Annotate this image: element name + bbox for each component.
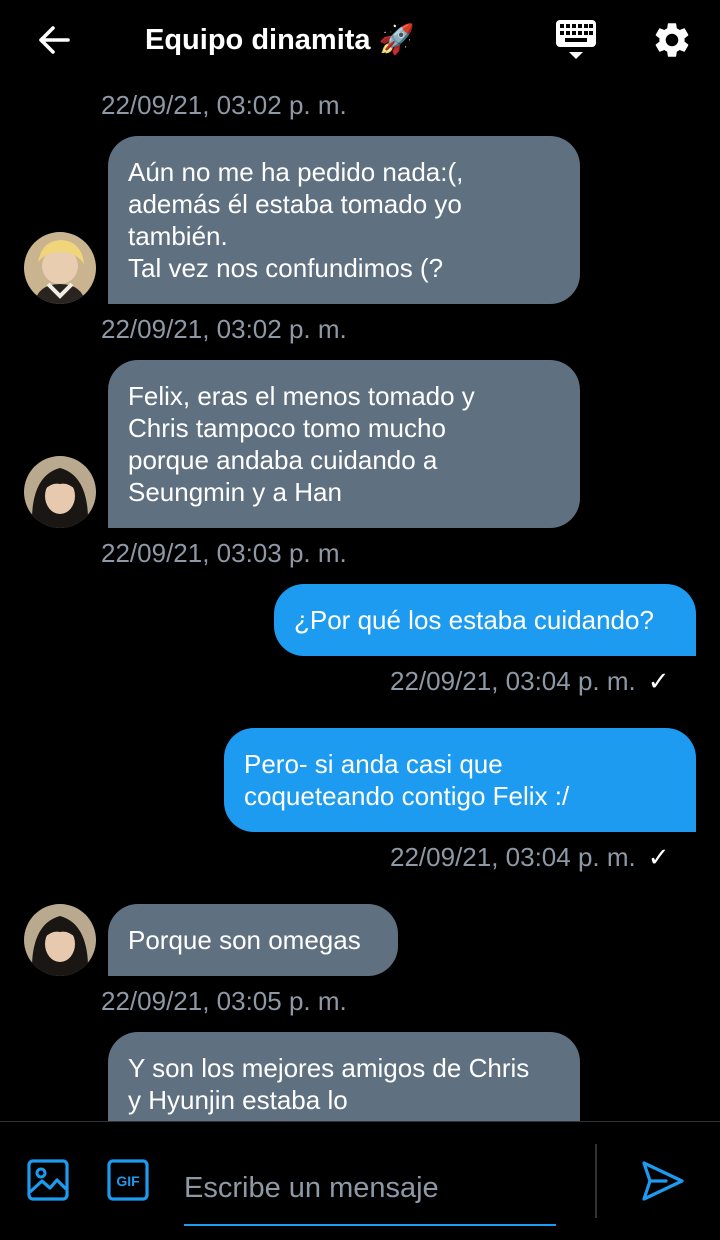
- send-icon: [642, 1161, 684, 1201]
- image-icon: [27, 1159, 69, 1201]
- gear-icon: [655, 23, 689, 57]
- message-text-line: Y son los mejores amigos de Chris: [128, 1053, 530, 1083]
- dm-conversation-screen: Equipo dinamita 🚀 22/09/21, 03:02 p. m.: [0, 0, 720, 1240]
- read-checkmark-icon: ✓: [647, 666, 670, 696]
- message-text-line: y Hyunjin estaba lo: [128, 1085, 348, 1115]
- message-text-line: ¿Por qué los estaba cuidando?: [294, 605, 654, 635]
- message-bubble-incoming[interactable]: Aún no me ha pedido nada:(, además él es…: [108, 136, 580, 304]
- message-text-line: Pero- si anda casi que: [244, 749, 503, 779]
- message-bubble-incoming[interactable]: Felix, eras el menos tomado y Chris tamp…: [108, 360, 580, 528]
- gif-label: GIF: [116, 1173, 140, 1189]
- message-timestamp-row: 22/09/21, 03:04 p. m. ✓: [390, 842, 670, 872]
- back-arrow-icon: [39, 26, 70, 54]
- message-text-line: también.: [128, 221, 228, 251]
- send-button[interactable]: [640, 1158, 686, 1204]
- message-text-line: Tal vez nos confundimos (?: [128, 253, 444, 283]
- message-bubble-outgoing[interactable]: Pero- si anda casi que coqueteando conti…: [224, 728, 696, 832]
- message-timestamp: 22/09/21, 03:04 p. m.: [390, 666, 636, 696]
- message-timestamp: 22/09/21, 03:03 p. m.: [101, 538, 347, 568]
- message-bubble-incoming[interactable]: Porque son omegas: [108, 904, 398, 976]
- sender-avatar[interactable]: [24, 232, 96, 304]
- conversation-title[interactable]: Equipo dinamita 🚀: [145, 20, 415, 60]
- sender-avatar[interactable]: [24, 904, 96, 976]
- message-text-line: Felix, eras el menos tomado y: [128, 381, 475, 411]
- avatar-image: [24, 232, 96, 304]
- message-timestamp: 22/09/21, 03:02 p. m.: [101, 314, 347, 344]
- composer-divider: [595, 1144, 597, 1218]
- message-timestamp: 22/09/21, 03:05 p. m.: [101, 986, 347, 1016]
- back-button[interactable]: [30, 18, 78, 62]
- gif-icon: GIF: [107, 1159, 149, 1201]
- message-timestamp: 22/09/21, 03:02 p. m.: [101, 90, 347, 120]
- message-text-line: Chris tampoco tomo mucho: [128, 413, 446, 443]
- settings-button[interactable]: [648, 16, 696, 64]
- message-bubble-outgoing[interactable]: ¿Por qué los estaba cuidando?: [274, 584, 696, 656]
- avatar-image: [24, 456, 96, 528]
- keyboard-icon: [556, 20, 596, 59]
- message-text-line: Seungmin y a Han: [128, 477, 342, 507]
- message-text-line: coqueteando contigo Felix :/: [244, 781, 570, 811]
- message-composer: GIF: [0, 1121, 720, 1240]
- keyboard-button[interactable]: [552, 16, 600, 66]
- message-text-line: además él estaba tomado yo: [128, 189, 462, 219]
- message-input[interactable]: [184, 1152, 556, 1226]
- message-text-line: Aún no me ha pedido nada:(,: [128, 157, 464, 187]
- add-gif-button[interactable]: GIF: [106, 1158, 150, 1202]
- add-image-button[interactable]: [26, 1158, 70, 1202]
- avatar-image: [24, 904, 96, 976]
- message-timestamp-row: 22/09/21, 03:04 p. m. ✓: [390, 666, 670, 696]
- message-text-line: porque andaba cuidando a: [128, 445, 438, 475]
- read-checkmark-icon: ✓: [647, 842, 670, 872]
- conversation-header: Equipo dinamita 🚀: [0, 0, 720, 82]
- message-text-line: Porque son omegas: [128, 925, 361, 955]
- message-timestamp: 22/09/21, 03:04 p. m.: [390, 842, 636, 872]
- sender-avatar[interactable]: [24, 456, 96, 528]
